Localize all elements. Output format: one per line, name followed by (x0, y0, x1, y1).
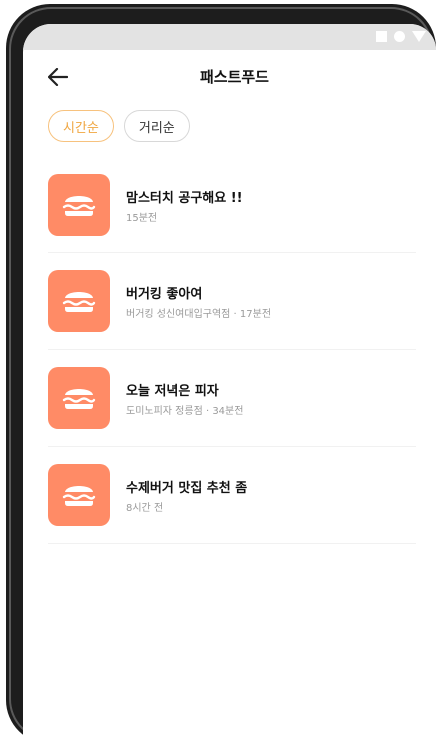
item-title: 맘스터치 공구해요 !! (126, 190, 243, 206)
chip-distance-order[interactable]: 거리순 (123, 110, 190, 142)
item-subtitle: 8시간 전 (126, 502, 164, 514)
item-subtitle: 도미노피자 정릉점 · 34분전 (126, 405, 244, 417)
burger-icon (62, 389, 96, 409)
triangle-icon (412, 31, 426, 42)
chip-time-order[interactable]: 시간순 (48, 110, 114, 142)
thumbnail (48, 367, 110, 429)
screen: 패스트푸드 시간순 거리순 맘스터치 공구해요 !! 15분전 버거킹 좋아여 … (23, 24, 436, 744)
list-item[interactable]: 오늘 저녁은 피자 도미노피자 정릉점 · 34분전 (48, 350, 416, 447)
item-subtitle: 버거킹 성신여대입구역점 · 17분전 (126, 308, 272, 320)
phone-frame: 패스트푸드 시간순 거리순 맘스터치 공구해요 !! 15분전 버거킹 좋아여 … (6, 4, 436, 744)
thumbnail (48, 464, 110, 526)
filter-chips: 시간순 거리순 (23, 100, 436, 142)
item-subtitle: 15분전 (126, 212, 158, 224)
list-item[interactable]: 수제버거 맛집 추천 좀 8시간 전 (48, 447, 416, 544)
list-item[interactable]: 맘스터치 공구해요 !! 15분전 (48, 158, 416, 253)
status-bar (23, 24, 436, 50)
post-list: 맘스터치 공구해요 !! 15분전 버거킹 좋아여 버거킹 성신여대입구역점 ·… (23, 158, 436, 544)
item-title: 수제버거 맛집 추천 좀 (126, 480, 248, 496)
page-title: 패스트푸드 (199, 68, 269, 86)
item-title: 버거킹 좋아여 (126, 286, 203, 302)
square-icon (376, 31, 387, 42)
list-item[interactable]: 버거킹 좋아여 버거킹 성신여대입구역점 · 17분전 (48, 253, 416, 350)
item-title: 오늘 저녁은 피자 (126, 383, 219, 399)
burger-icon (62, 196, 96, 216)
thumbnail (48, 270, 110, 332)
burger-icon (62, 486, 96, 506)
app-bar: 패스트푸드 (23, 50, 436, 100)
circle-icon (394, 31, 405, 42)
thumbnail (48, 174, 110, 236)
burger-icon (62, 292, 96, 312)
